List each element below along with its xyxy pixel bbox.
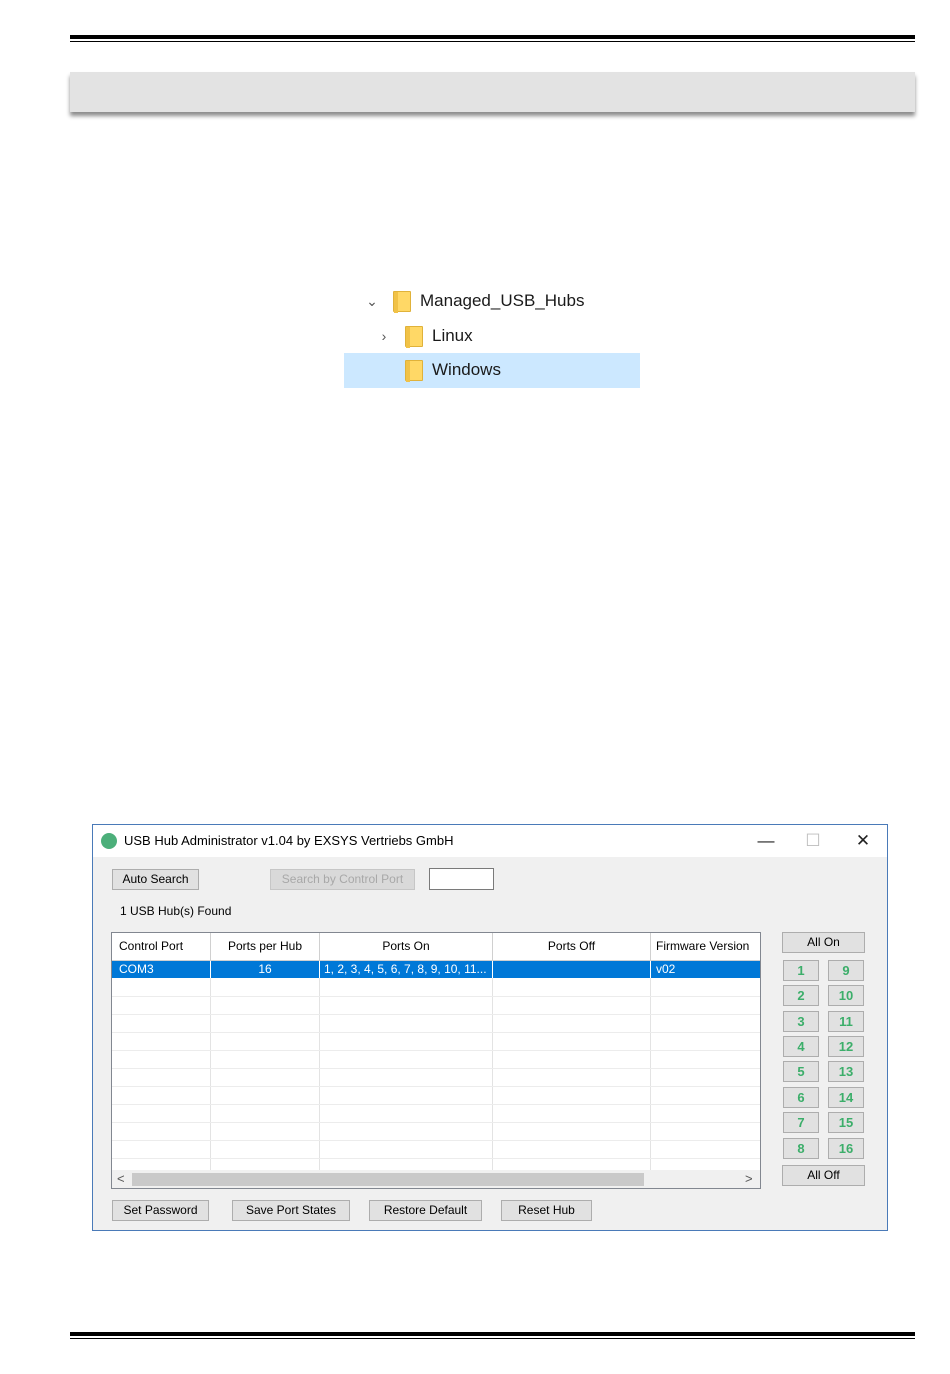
grid-line: [112, 1014, 760, 1015]
hubs-found-status: 1 USB Hub(s) Found: [120, 904, 232, 918]
bottom-rule-thin: [70, 1338, 915, 1339]
control-port-input[interactable]: [429, 868, 494, 890]
folder-icon: [405, 325, 423, 348]
column-header[interactable]: Ports per Hub: [211, 939, 319, 953]
port-4-button[interactable]: 4: [783, 1036, 819, 1057]
chevron-down-icon[interactable]: ⌄: [365, 294, 379, 308]
scrollbar-thumb[interactable]: [132, 1173, 644, 1186]
port-16-button[interactable]: 16: [828, 1138, 864, 1159]
search-by-control-port-button[interactable]: Search by Control Port: [270, 869, 415, 890]
grid-line: [112, 1140, 760, 1141]
port-9-button[interactable]: 9: [828, 960, 864, 981]
port-14-button[interactable]: 14: [828, 1087, 864, 1108]
window-title: USB Hub Administrator v1.04 by EXSYS Ver…: [124, 833, 454, 848]
grid-line: [112, 1068, 760, 1069]
table-cell: 1, 2, 3, 4, 5, 6, 7, 8, 9, 10, 11...: [324, 962, 487, 976]
grid-line: [112, 996, 760, 997]
grid-line: [112, 1158, 760, 1159]
tree-item-windows[interactable]: Windows: [405, 353, 501, 387]
horizontal-scrollbar[interactable]: < >: [112, 1170, 760, 1188]
tree-root-label: Managed_USB_Hubs: [420, 291, 585, 310]
tree-windows-label: Windows: [432, 360, 501, 379]
tree-item-root[interactable]: ⌄ Managed_USB_Hubs: [365, 284, 584, 318]
auto-search-button[interactable]: Auto Search: [112, 869, 199, 890]
port-3-button[interactable]: 3: [783, 1011, 819, 1032]
maximize-button[interactable]: ☐: [790, 829, 836, 853]
close-button[interactable]: ✕: [840, 829, 886, 853]
port-15-button[interactable]: 15: [828, 1112, 864, 1133]
title-bar: USB Hub Administrator v1.04 by EXSYS Ver…: [93, 825, 887, 857]
save-port-states-button[interactable]: Save Port States: [232, 1200, 350, 1221]
grid-line: [650, 960, 651, 1170]
port-13-button[interactable]: 13: [828, 1061, 864, 1082]
table-row[interactable]: COM3 16 1, 2, 3, 4, 5, 6, 7, 8, 9, 10, 1…: [112, 961, 760, 978]
port-1-button[interactable]: 1: [783, 960, 819, 981]
all-on-button[interactable]: All On: [782, 932, 865, 953]
grid-line: [319, 960, 320, 1170]
top-rule: [70, 35, 915, 39]
chevron-right-icon[interactable]: ›: [377, 329, 391, 343]
cell-divider: [492, 961, 493, 978]
header-divider: [492, 933, 493, 960]
grid-line: [210, 960, 211, 1170]
scroll-right-icon[interactable]: >: [745, 1171, 753, 1186]
scroll-left-icon[interactable]: <: [117, 1171, 125, 1186]
tree-item-linux[interactable]: › Linux: [377, 319, 473, 353]
port-5-button[interactable]: 5: [783, 1061, 819, 1082]
column-header[interactable]: Control Port: [119, 939, 183, 953]
grid-line: [112, 1050, 760, 1051]
header-divider: [650, 933, 651, 960]
header-divider: [319, 933, 320, 960]
all-off-button[interactable]: All Off: [782, 1165, 865, 1186]
app-icon: [101, 833, 117, 849]
header-divider: [210, 933, 211, 960]
table-cell: 16: [258, 962, 272, 976]
top-rule-thin: [70, 41, 915, 42]
column-header[interactable]: Ports Off: [493, 939, 650, 953]
set-password-button[interactable]: Set Password: [112, 1200, 209, 1221]
bottom-rule: [70, 1332, 915, 1336]
column-header[interactable]: Ports On: [320, 939, 492, 953]
folder-icon: [393, 290, 411, 313]
hub-table[interactable]: Control Port Ports per Hub Ports On Port…: [111, 932, 761, 1189]
tree-linux-label: Linux: [432, 326, 473, 345]
cell-divider: [319, 961, 320, 978]
column-header[interactable]: Firmware Version: [656, 939, 749, 953]
port-7-button[interactable]: 7: [783, 1112, 819, 1133]
grid-line: [112, 1086, 760, 1087]
minimize-button[interactable]: —: [743, 829, 789, 853]
cell-divider: [650, 961, 651, 978]
port-11-button[interactable]: 11: [828, 1011, 864, 1032]
port-12-button[interactable]: 12: [828, 1036, 864, 1057]
grid-line: [112, 1032, 760, 1033]
folder-icon: [405, 359, 423, 382]
usb-hub-admin-window: USB Hub Administrator v1.04 by EXSYS Ver…: [92, 824, 888, 1231]
grid-line: [112, 1104, 760, 1105]
port-10-button[interactable]: 10: [828, 985, 864, 1006]
grid-line: [492, 960, 493, 1170]
port-2-button[interactable]: 2: [783, 985, 819, 1006]
restore-default-button[interactable]: Restore Default: [369, 1200, 482, 1221]
table-cell: v02: [656, 962, 676, 976]
table-cell: COM3: [119, 962, 154, 976]
port-6-button[interactable]: 6: [783, 1087, 819, 1108]
reset-hub-button[interactable]: Reset Hub: [501, 1200, 592, 1221]
grid-line: [112, 1122, 760, 1123]
section-heading-bar: [70, 72, 915, 112]
port-8-button[interactable]: 8: [783, 1138, 819, 1159]
